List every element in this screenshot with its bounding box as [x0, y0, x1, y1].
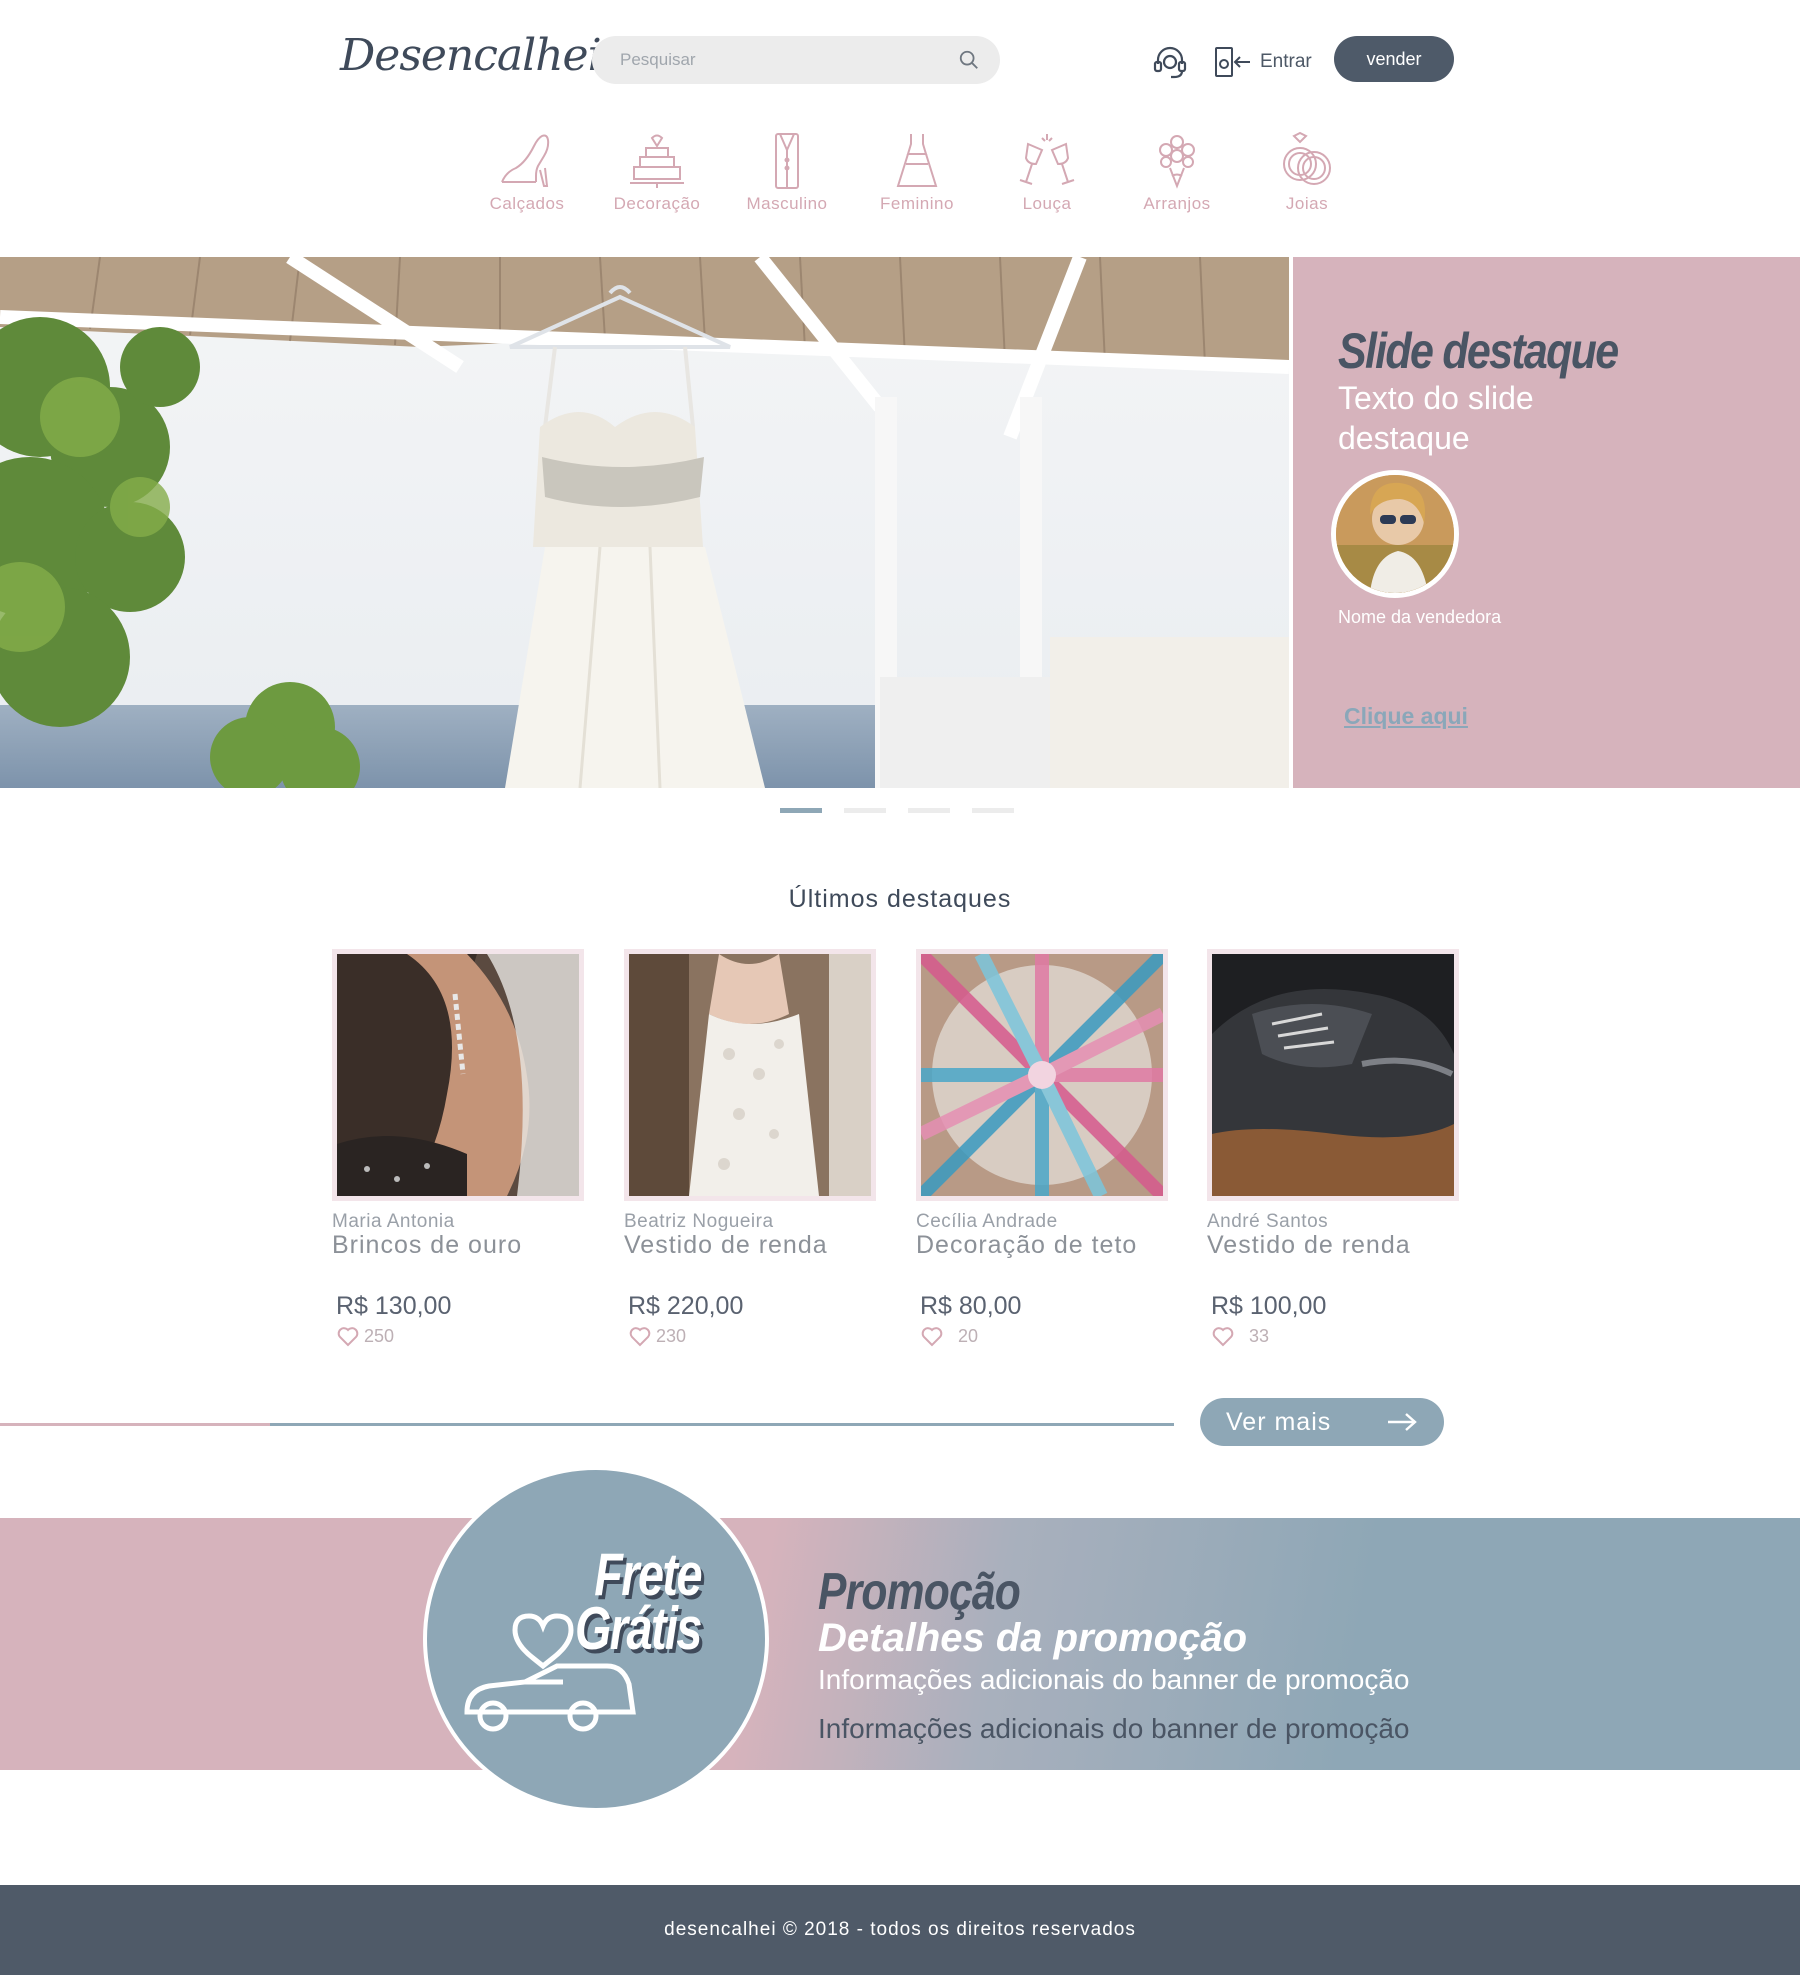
heart-icon[interactable]	[628, 1325, 652, 1347]
product-image[interactable]	[332, 949, 584, 1201]
logo[interactable]: Desencalhei◆	[340, 30, 620, 81]
category-label: Joias	[1285, 194, 1329, 213]
search-bar	[592, 36, 1000, 84]
leather-shoes-photo	[1212, 954, 1454, 1196]
product-seller: Beatriz Nogueira	[624, 1211, 774, 1232]
slider-pagination	[780, 808, 1014, 813]
rings-icon	[1283, 131, 1331, 185]
support-headset-icon[interactable]	[1150, 42, 1190, 82]
slide-dot-2[interactable]	[844, 808, 886, 813]
product-likes: 33	[1207, 1325, 1459, 1347]
category-decoracao[interactable]: Decoração	[592, 130, 722, 214]
product-card[interactable]: Beatriz Nogueira Vestido de renda R$ 220…	[624, 949, 876, 1347]
seller-avatar[interactable]	[1331, 470, 1459, 598]
product-likes: 250	[332, 1325, 584, 1347]
seller-photo	[1336, 475, 1454, 593]
search-input[interactable]	[618, 49, 958, 71]
product-name: Vestido de renda	[1207, 1231, 1411, 1259]
copyright-text: desencalhei © 2018 - todos os direitos r…	[664, 1919, 1136, 1940]
slide-dot-4[interactable]	[972, 808, 1014, 813]
product-name: Brincos de ouro	[332, 1231, 523, 1259]
category-louca[interactable]: Louça	[982, 130, 1112, 214]
category-joias[interactable]: Joias	[1242, 130, 1372, 214]
heart-icon[interactable]	[1211, 1325, 1235, 1347]
badge-line-2: Grátis	[575, 1595, 702, 1662]
product-price: R$ 80,00	[920, 1292, 1022, 1320]
free-shipping-text: Frete Grátis	[575, 1541, 702, 1662]
category-arranjos[interactable]: Arranjos	[1112, 130, 1242, 214]
section-divider	[270, 1423, 1174, 1426]
product-image[interactable]	[624, 949, 876, 1201]
see-more-label: Ver mais	[1226, 1407, 1332, 1436]
product-image[interactable]	[916, 949, 1168, 1201]
heel-shoe-icon	[501, 134, 550, 187]
login-door-icon	[1215, 47, 1250, 77]
product-card[interactable]: André Santos Vestido de renda R$ 100,00 …	[1207, 949, 1459, 1347]
cake-icon	[630, 134, 684, 188]
dress-icon	[896, 134, 938, 187]
product-card[interactable]: Maria Antonia Brincos de ouro R$ 130,00 …	[332, 949, 584, 1347]
category-label: Masculino	[746, 194, 828, 213]
earrings-photo	[337, 954, 579, 1196]
wedding-dress-photo	[0, 257, 1289, 788]
ceiling-decoration-photo	[921, 954, 1163, 1196]
likes-count: 20	[958, 1325, 979, 1346]
product-name: Decoração de teto	[916, 1231, 1138, 1259]
slide-cta-link[interactable]: Clique aqui	[1344, 703, 1468, 730]
footer: desencalhei © 2018 - todos os direitos r…	[0, 1885, 1800, 1975]
promo-title: Promoção	[818, 1563, 1021, 1621]
category-masculino[interactable]: Masculino	[722, 130, 852, 214]
section-divider	[0, 1423, 270, 1426]
likes-count: 250	[364, 1325, 395, 1346]
product-name: Vestido de renda	[624, 1231, 828, 1259]
promo-details: Detalhes da promoção	[818, 1616, 1248, 1660]
product-card[interactable]: Cecília Andrade Decoração de teto R$ 80,…	[916, 949, 1168, 1347]
category-calcados[interactable]: Calçados	[462, 130, 592, 214]
slide-text: Texto do slide destaque	[1338, 380, 1534, 456]
category-label: Decoração	[613, 194, 701, 213]
suit-icon	[775, 133, 799, 189]
heart-icon[interactable]	[920, 1325, 944, 1347]
product-likes: 20	[916, 1325, 1168, 1347]
category-label: Arranjos	[1143, 194, 1211, 213]
login-link[interactable]: Entrar	[1212, 42, 1312, 82]
product-price: R$ 100,00	[1211, 1292, 1327, 1320]
slide-dot-3[interactable]	[908, 808, 950, 813]
hero-slide-image[interactable]	[0, 257, 1289, 788]
promo-info: Informações adicionais do banner de prom…	[818, 1713, 1410, 1744]
category-feminino[interactable]: Feminino	[852, 130, 982, 214]
product-price: R$ 130,00	[336, 1292, 452, 1320]
section-title: Últimos destaques	[788, 885, 1012, 913]
champagne-glasses-icon	[1019, 134, 1075, 185]
login-label: Entrar	[1260, 51, 1312, 72]
slide-title: Slide destaque	[1338, 323, 1619, 379]
sell-button[interactable]: vender	[1334, 36, 1454, 82]
product-image[interactable]	[1207, 949, 1459, 1201]
product-seller: Maria Antonia	[332, 1211, 455, 1232]
category-label: Calçados	[489, 194, 565, 213]
likes-count: 230	[656, 1325, 687, 1346]
product-seller: André Santos	[1207, 1211, 1329, 1232]
category-label: Louça	[1022, 194, 1072, 213]
product-seller: Cecília Andrade	[916, 1211, 1058, 1232]
search-icon[interactable]	[958, 49, 980, 71]
likes-count: 33	[1249, 1325, 1270, 1346]
product-price: R$ 220,00	[628, 1292, 744, 1320]
product-likes: 230	[624, 1325, 876, 1347]
promo-info: Informações adicionais do banner de prom…	[818, 1664, 1410, 1695]
see-more-button[interactable]: Ver mais	[1200, 1398, 1444, 1446]
logo-text: Desencalhei	[340, 30, 602, 81]
heart-icon[interactable]	[336, 1325, 360, 1347]
slide-dot-1[interactable]	[780, 808, 822, 813]
seller-name: Nome da vendedora	[1338, 607, 1502, 627]
bouquet-icon	[1159, 135, 1195, 189]
category-label: Feminino	[880, 194, 954, 213]
arrow-right-icon	[1388, 1413, 1417, 1431]
lace-dress-photo	[629, 954, 871, 1196]
badge-line-1: Frete	[594, 1541, 702, 1608]
category-nav: Calçados Decoração Masculino Feminino Lo…	[462, 130, 1372, 214]
